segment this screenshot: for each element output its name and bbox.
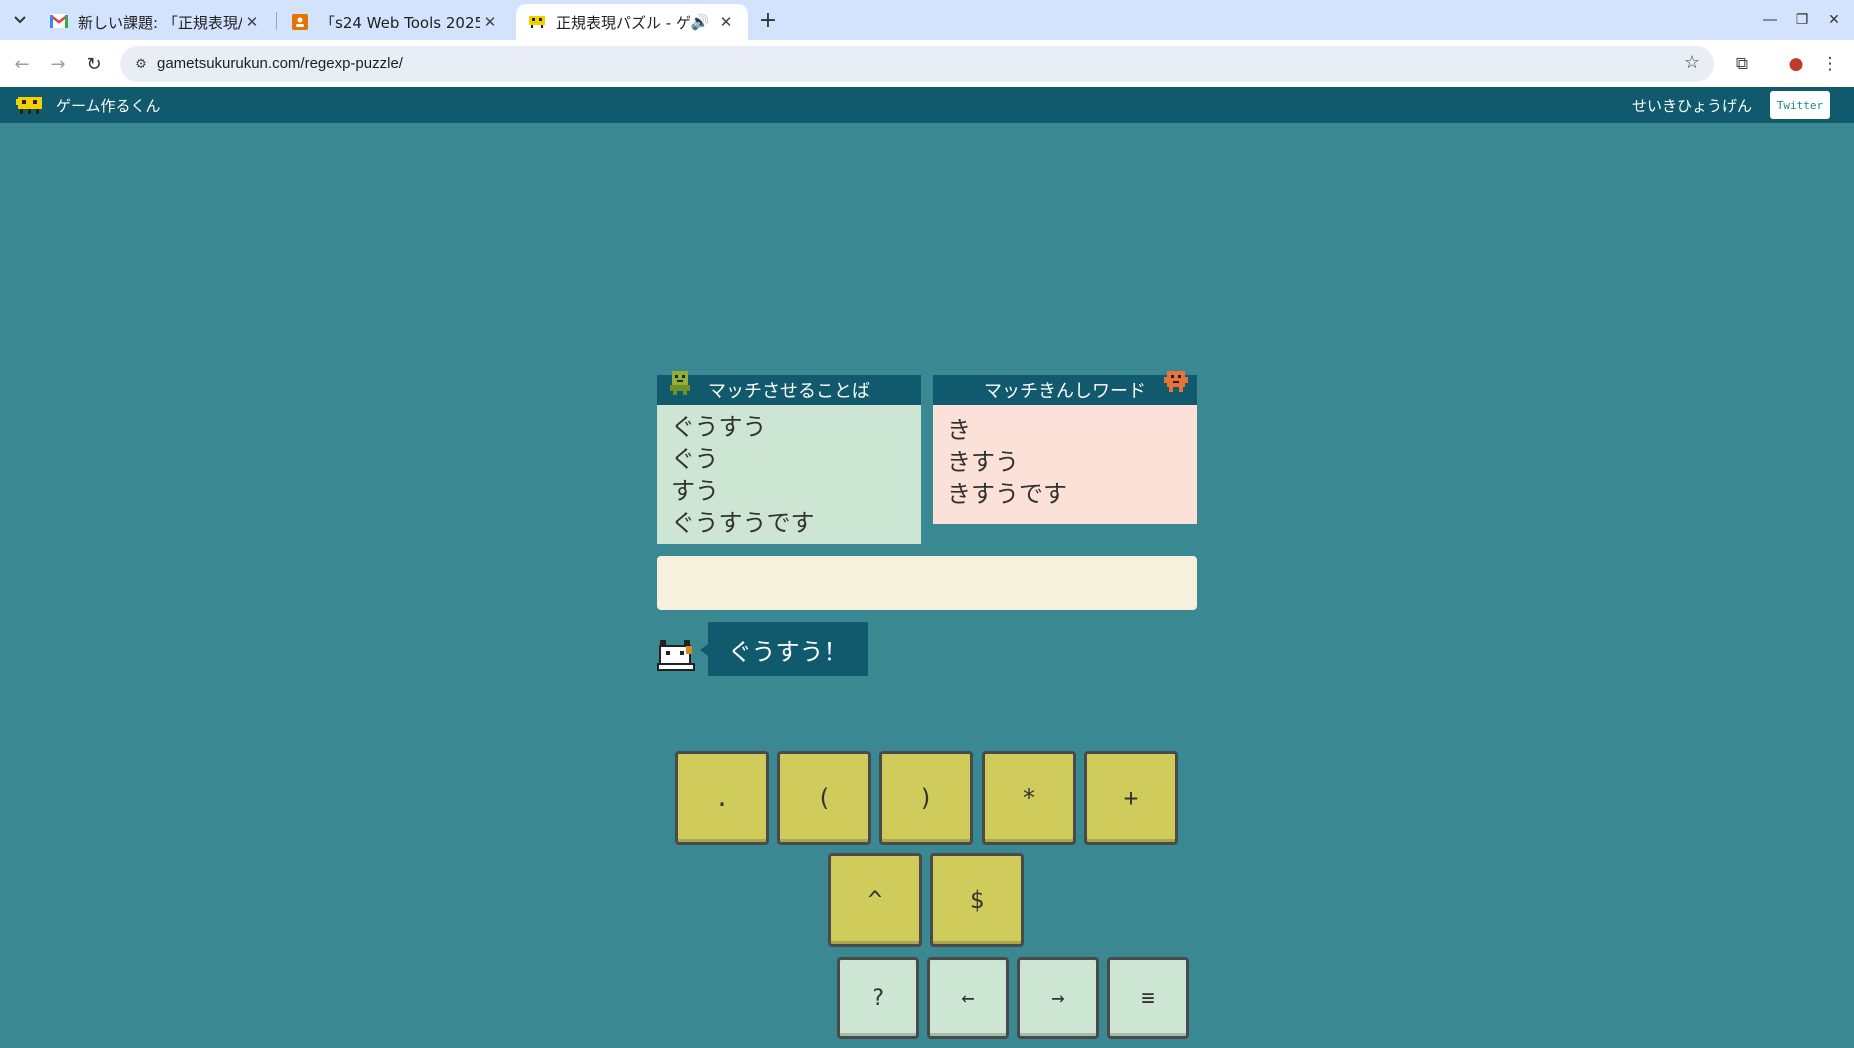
match-panel-title: マッチさせることば: [708, 381, 870, 402]
forbid-panel-header: マッチきんしワード: [933, 371, 1197, 405]
key-caret[interactable]: ^: [828, 853, 922, 947]
tab-close-icon[interactable]: ✕: [480, 12, 500, 32]
restore-icon[interactable]: ❐: [1790, 8, 1814, 32]
tab-title: 正規表現パズル - ゲー: [556, 13, 690, 32]
match-words-panel: マッチさせることば ぐうすう ぐう すう ぐうすうです: [657, 371, 921, 544]
site-logo-icon: [528, 14, 546, 30]
twitter-button[interactable]: Twitter: [1770, 91, 1830, 119]
forbidden-word: き: [947, 416, 971, 444]
tab-gmail[interactable]: 新しい課題: 「正規表現/ ✕: [38, 4, 274, 40]
site-logo-icon[interactable]: [16, 93, 44, 115]
reload-icon[interactable]: ↻: [80, 50, 108, 78]
back-arrow-icon[interactable]: ←: [8, 50, 36, 78]
tab-list-chevron-icon[interactable]: [8, 8, 32, 32]
tab-classroom[interactable]: 「s24 Web Tools 2025年 ✕: [280, 4, 512, 40]
browser-menu-icon[interactable]: ⋮: [1816, 50, 1844, 78]
site-name-link[interactable]: ゲーム作るくん: [56, 95, 161, 116]
key-open-paren[interactable]: (: [777, 751, 871, 845]
classroom-icon: [292, 14, 310, 30]
address-bar[interactable]: ⚙ gametsukurukun.com/regexp-puzzle/ ☆: [120, 46, 1714, 82]
left-arrow-button[interactable]: ←: [927, 957, 1009, 1039]
browser-tab-bar: 新しい課題: 「正規表現/ ✕ 「s24 Web Tools 2025年 ✕ 正…: [0, 0, 1854, 40]
speech-bubble: ぐうすう！: [700, 622, 868, 676]
tab-close-icon[interactable]: ✕: [242, 12, 262, 32]
key-dollar[interactable]: $: [930, 853, 1024, 947]
orange-character-icon: [1163, 369, 1189, 395]
extensions-puzzle-icon[interactable]: ⧉: [1728, 50, 1756, 78]
tab-title: 新しい課題: 「正規表現/: [78, 13, 242, 32]
cat-character-icon: [656, 638, 698, 672]
match-word: ぐう: [671, 445, 719, 473]
forward-arrow-icon[interactable]: →: [44, 50, 72, 78]
forbidden-word: きすうです: [947, 480, 1067, 508]
tab-regexp-puzzle[interactable]: 正規表現パズル - ゲー 🔊 ✕: [516, 4, 748, 40]
site-info-icon[interactable]: ⚙: [132, 55, 150, 73]
bookmark-star-icon[interactable]: ☆: [1684, 52, 1700, 73]
help-button[interactable]: ?: [837, 957, 919, 1039]
forbid-panel-body: き きすう きすうです: [933, 405, 1197, 524]
new-tab-plus-icon[interactable]: +: [755, 7, 781, 33]
regex-answer-field[interactable]: [657, 556, 1197, 610]
key-close-paren[interactable]: ): [879, 751, 973, 845]
site-header: ゲーム作るくん せいきひょうげん Twitter: [0, 87, 1854, 123]
tab-title: 「s24 Web Tools 2025年: [320, 13, 480, 32]
forbid-panel-title: マッチきんしワード: [984, 381, 1146, 402]
tab-close-icon[interactable]: ✕: [716, 12, 736, 32]
profile-avatar-icon[interactable]: ●: [1782, 50, 1810, 78]
green-character-icon: [667, 369, 693, 395]
right-arrow-button[interactable]: →: [1017, 957, 1099, 1039]
browser-toolbar: ← → ↻ ⚙ gametsukurukun.com/regexp-puzzle…: [0, 40, 1854, 87]
gmail-icon: [50, 14, 68, 30]
match-panel-header: マッチさせることば: [657, 371, 921, 405]
window-close-icon[interactable]: ✕: [1822, 8, 1846, 32]
regex-info-link[interactable]: せいきひょうげん: [1632, 95, 1752, 116]
key-dot[interactable]: .: [675, 751, 769, 845]
match-word: ぐうすう: [671, 413, 767, 441]
match-panel-body: ぐうすう ぐう すう ぐうすうです: [657, 405, 921, 544]
match-word: ぐうすうです: [671, 509, 815, 537]
key-asterisk[interactable]: *: [982, 751, 1076, 845]
tab-separator: [276, 12, 277, 30]
minimize-icon[interactable]: ―: [1758, 8, 1782, 32]
key-plus[interactable]: +: [1084, 751, 1178, 845]
speaker-icon[interactable]: 🔊: [690, 12, 710, 32]
forbidden-words-panel: マッチきんしワード き きすう きすうです: [933, 371, 1197, 524]
match-word: すう: [671, 477, 719, 505]
menu-button[interactable]: ≡: [1107, 957, 1189, 1039]
url-text[interactable]: gametsukurukun.com/regexp-puzzle/: [157, 55, 403, 72]
forbidden-word: きすう: [947, 448, 1019, 476]
